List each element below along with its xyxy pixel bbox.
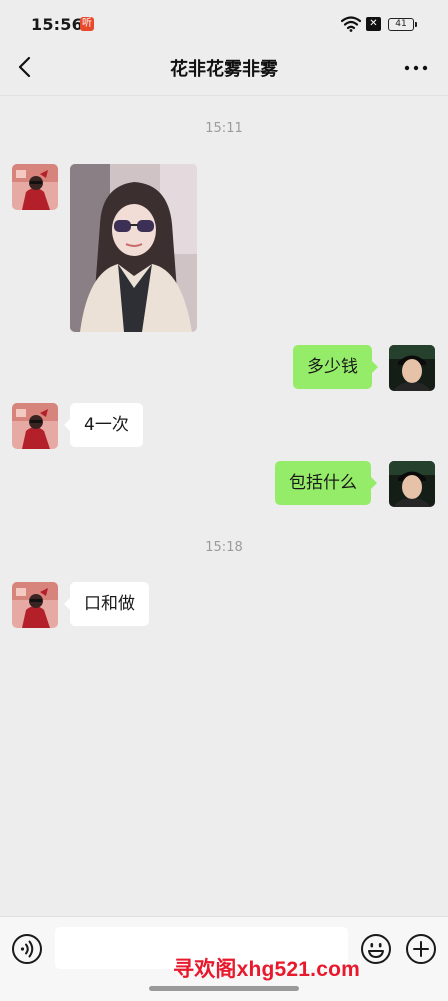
outgoing-message[interactable]: 包括什么 [275,461,377,505]
emoji-icon[interactable] [360,933,392,965]
my-avatar[interactable] [389,461,435,507]
photo-message[interactable] [70,164,197,332]
contact-avatar[interactable] [12,403,58,449]
contact-avatar[interactable] [12,164,58,210]
plus-circle-icon[interactable] [405,933,437,965]
time-divider: 15:11 [205,121,243,136]
listen-app-icon: 听 [80,17,94,31]
time-divider: 15:18 [205,540,243,555]
incoming-message[interactable]: 口和做 [64,582,149,626]
watermark: 寻欢阁xhg521.com [173,958,360,981]
status-bar: 15:56 听 ✕ 41 [0,0,448,50]
contact-avatar[interactable] [12,582,58,628]
status-time: 15:56 [31,15,83,34]
more-options-button[interactable] [402,55,430,79]
sim-off-icon: ✕ [366,17,381,31]
chat-header: 花非花雾非雾 [0,50,448,96]
outgoing-message[interactable]: 多少钱 [293,345,378,389]
voice-icon[interactable] [11,933,43,965]
wifi-icon [341,16,361,32]
chat-title: 花非花雾非雾 [170,59,278,80]
my-avatar[interactable] [389,345,435,391]
home-indicator[interactable] [149,986,299,991]
incoming-message[interactable]: 4一次 [64,403,143,447]
battery-icon: 41 [388,18,417,31]
